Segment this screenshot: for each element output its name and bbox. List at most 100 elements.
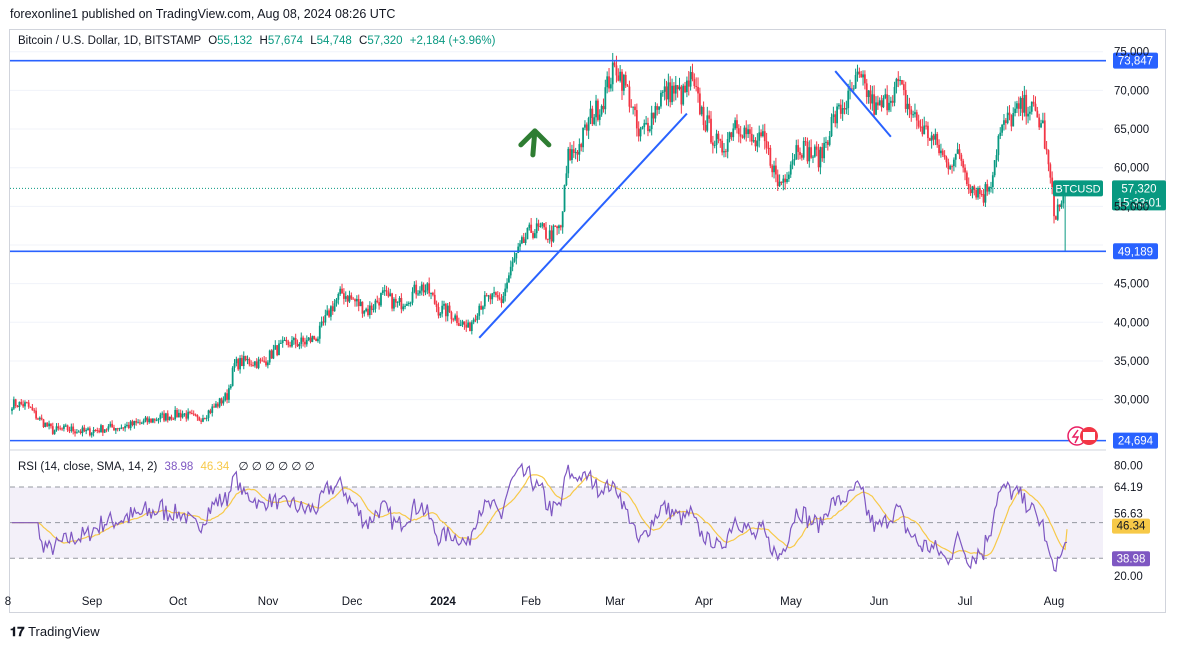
- candle-body: [589, 108, 592, 119]
- candle-body: [660, 92, 662, 107]
- candle-body: [333, 303, 336, 312]
- candle-body: [111, 423, 114, 428]
- candle-body: [376, 300, 379, 303]
- candle-body: [673, 85, 675, 94]
- candle-body: [919, 126, 922, 128]
- candle-body: [995, 155, 998, 161]
- candle-body: [430, 292, 432, 294]
- candle-body: [181, 413, 184, 418]
- candle-body: [248, 359, 251, 365]
- candle-body: [813, 146, 816, 157]
- candle-body: [578, 144, 581, 155]
- candle-body: [678, 86, 681, 90]
- candle-body: [652, 112, 655, 119]
- candle-body: [686, 80, 688, 93]
- candle-body: [869, 90, 872, 104]
- candle-body: [461, 321, 464, 325]
- candle-body: [806, 141, 809, 162]
- candle-body: [419, 290, 421, 294]
- candle-body: [480, 305, 482, 310]
- candle-body: [411, 291, 414, 303]
- candle-body: [342, 293, 345, 299]
- candle-body: [139, 422, 141, 424]
- price-chart[interactable]: 73,84749,18924,694BTCUSD 57,32015:33:01 3…: [0, 0, 1177, 650]
- candle-body: [956, 149, 959, 154]
- candle-body: [318, 325, 321, 339]
- candle-body: [483, 295, 486, 307]
- candle-body: [958, 149, 961, 155]
- candle-body: [363, 310, 366, 314]
- candle-body: [51, 426, 54, 434]
- candle-body: [394, 298, 397, 303]
- candle-body: [889, 100, 892, 103]
- candle-body: [33, 410, 36, 412]
- candle-body: [253, 361, 256, 366]
- candle-body: [680, 86, 683, 105]
- candle-body: [934, 133, 937, 140]
- candle-body: [760, 132, 762, 137]
- candle-body: [194, 414, 197, 416]
- tradingview-brand: TradingView: [28, 624, 100, 639]
- candle-body: [726, 138, 729, 152]
- candle-body: [537, 223, 540, 227]
- candle-body: [496, 295, 499, 298]
- time-tick-label: May: [780, 596, 802, 608]
- candle-body: [163, 413, 165, 421]
- candle-body: [231, 367, 234, 386]
- candle-body: [1045, 148, 1048, 151]
- candle-body: [765, 141, 768, 148]
- price-grid: [10, 51, 1103, 401]
- annotations: [478, 70, 1098, 446]
- candle-body: [871, 94, 874, 104]
- candle-body: [233, 363, 236, 368]
- level-price-label: 24,694: [1118, 436, 1154, 448]
- candle-body: [602, 105, 605, 110]
- rsi-label[interactable]: RSI (14, close, SMA, 14, 2): [18, 461, 157, 473]
- candle-body: [908, 103, 911, 110]
- candle-body: [259, 359, 262, 361]
- candle-body: [513, 258, 516, 262]
- candle-body: [862, 74, 864, 78]
- candle-body: [532, 232, 534, 238]
- candle-body: [328, 310, 330, 317]
- candle-body: [216, 403, 219, 407]
- candle-body: [819, 147, 822, 168]
- candle-body: [474, 319, 477, 321]
- time-tick-label: Apr: [695, 596, 713, 608]
- candle-body: [55, 426, 58, 431]
- candle-body: [962, 160, 965, 168]
- rsi-value-tag-label: 38.98: [1117, 553, 1146, 565]
- candle-body: [914, 112, 916, 115]
- candle-body: [639, 128, 642, 137]
- candle-body: [40, 417, 43, 420]
- candle-body: [1012, 113, 1015, 127]
- candle-body: [559, 225, 562, 228]
- candle-body: [1038, 117, 1041, 128]
- candle-body: [113, 427, 115, 431]
- candle-body: [242, 355, 245, 367]
- candle-body: [287, 341, 290, 346]
- candle-body: [858, 71, 861, 74]
- candle-body: [409, 302, 412, 304]
- candle-body: [415, 284, 418, 295]
- candle-body: [580, 144, 583, 148]
- candle-body: [268, 350, 271, 363]
- candle-body: [465, 324, 468, 328]
- candle-body: [435, 303, 438, 307]
- candle-body: [1029, 111, 1031, 114]
- candle-body: [1051, 177, 1054, 188]
- candle-body: [335, 299, 338, 304]
- candle-body: [520, 237, 523, 244]
- candle-body: [459, 324, 462, 326]
- candle-body: [635, 110, 638, 129]
- time-tick-label: Feb: [521, 596, 541, 608]
- candle-body: [485, 295, 488, 297]
- candle-body: [50, 423, 52, 427]
- tradingview-logo[interactable]: 𝟏𝟕 TradingView: [10, 624, 100, 640]
- time-tick-label: Sep: [82, 596, 102, 608]
- candle-body: [237, 359, 240, 370]
- candle-body: [875, 102, 877, 115]
- candle-body: [437, 306, 440, 316]
- candle-body: [626, 85, 629, 87]
- candle-body: [667, 82, 670, 100]
